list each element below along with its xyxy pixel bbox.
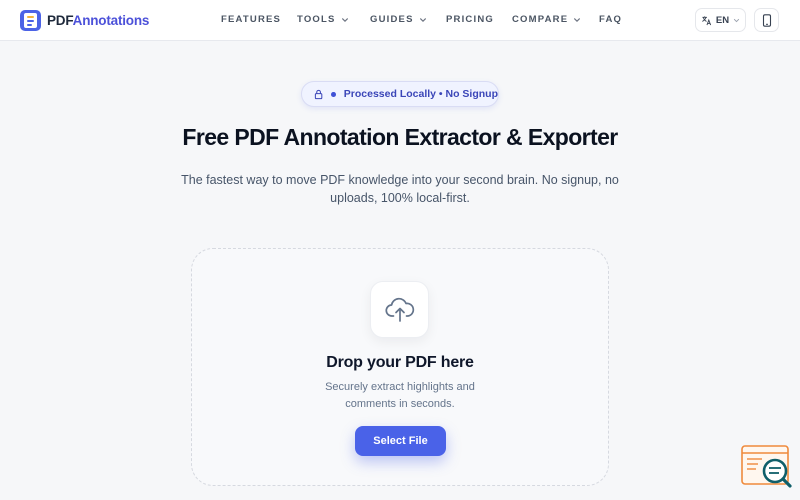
language-label: EN [715,14,730,26]
nav-item-features[interactable]: FEATURES [221,14,281,25]
smartphone-icon [762,13,771,27]
top-navigation-bar: PDFAnnotations FEATURES TOOLS GUIDES PRI… [0,0,800,41]
privacy-badge: Processed Locally • No Signup [301,81,499,107]
brand-name: PDFAnnotations [47,13,150,28]
chevron-down-icon [419,17,426,22]
mobile-view-button[interactable] [754,8,779,32]
select-file-button[interactable]: Select File [355,426,446,456]
badge-label: Processed Locally • No Signup [343,88,498,100]
chevron-down-icon [734,18,740,22]
chevron-down-icon [341,17,348,22]
search-document-icon[interactable] [738,443,794,493]
nav-label: FAQ [599,14,623,25]
lock-icon [314,89,323,99]
nav-item-pricing[interactable]: PRICING [446,14,494,25]
drop-zone-subtitle: Securely extract highlights and comments… [325,381,475,410]
page-title: Free PDF Annotation Extractor & Exporter [182,124,618,150]
cloud-upload-icon [384,297,414,322]
document-icon [20,10,41,31]
nav-label: FEATURES [221,14,282,25]
page-subtitle: The fastest way to move PDF knowledge in… [181,173,619,205]
nav-label: COMPARE [512,14,569,25]
nav-item-guides[interactable]: GUIDES [370,14,427,25]
brand-logo[interactable]: PDFAnnotations [20,10,149,31]
language-selector[interactable]: EN [695,8,746,32]
chevron-down-icon [574,17,581,22]
upload-icon-tile [370,281,429,338]
nav-item-faq[interactable]: FAQ [599,14,622,25]
nav-item-tools[interactable]: TOOLS [297,14,349,25]
nav-label: TOOLS [297,14,336,25]
status-dot [331,91,336,97]
nav-item-compare[interactable]: COMPARE [512,14,581,25]
nav-label: PRICING [446,14,494,25]
nav-label: GUIDES [370,14,414,25]
drop-zone-title: Drop your PDF here [326,354,474,371]
translate-icon [702,15,711,25]
